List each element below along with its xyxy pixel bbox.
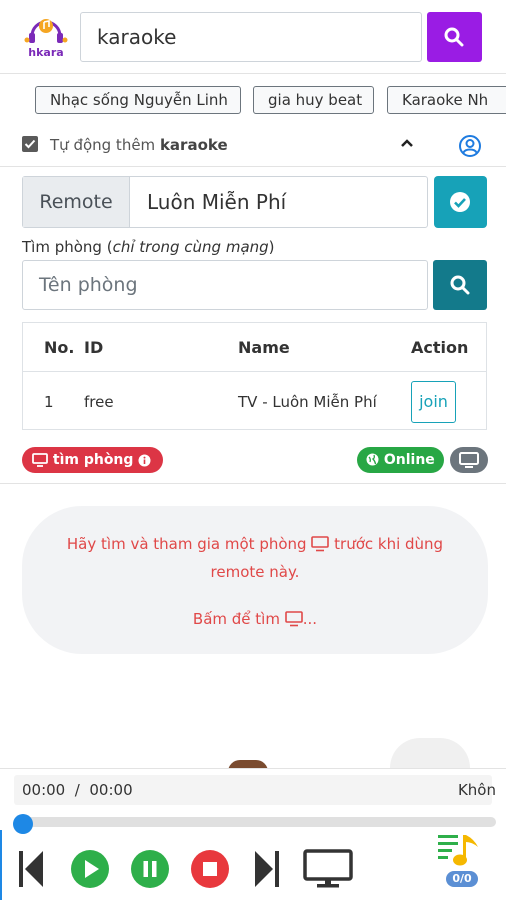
find-room-link-text: Bấm để tìm (192, 610, 280, 628)
message-line1-before: Hãy tìm và tham gia một phòng (66, 535, 307, 553)
duration: 00:00 (89, 781, 133, 799)
find-room-badge[interactable]: tìm phòng (22, 447, 163, 473)
message-line1-after: trước khi dùng (334, 535, 444, 553)
current-time: 00:00 (22, 781, 66, 799)
room-search-label: Tìm phòng (chỉ trong cùng mạng) (22, 238, 275, 256)
room-table: No. ID Name Action 1 free TV - Luôn Miễn… (22, 322, 487, 430)
search-button[interactable] (427, 12, 482, 62)
message-text: Hãy tìm và tham gia một phòng trước khi … (52, 530, 458, 586)
info-icon (138, 454, 151, 467)
time-separator: / (74, 781, 80, 799)
play-icon[interactable] (70, 849, 110, 889)
auto-add-row: Tự động thêm karaoke (22, 134, 484, 158)
remote-input[interactable]: Luôn Miễn Phí (147, 177, 286, 227)
row-divider (23, 371, 486, 372)
auto-add-label-prefix: Tự động thêm (50, 136, 156, 154)
column-header-no: No. (44, 338, 75, 357)
cell-name: TV - Luôn Miễn Phí (238, 393, 377, 411)
join-room-message: Hãy tìm và tham gia một phòng trước khi … (22, 506, 488, 654)
globe-icon (366, 453, 379, 466)
join-button[interactable]: join (411, 381, 456, 423)
cell-no: 1 (44, 393, 54, 411)
room-search-button[interactable] (433, 260, 487, 310)
playlist-button[interactable]: 0/0 (436, 831, 486, 887)
tv-icon (311, 536, 330, 552)
room-name-input[interactable]: Tên phòng (22, 260, 428, 310)
tv-badge[interactable] (450, 447, 488, 473)
player-status: Khôn (457, 781, 496, 799)
suggestion-chip[interactable]: Nhạc sống Nguyễn Linh (35, 86, 241, 114)
room-label-suffix: ) (268, 238, 275, 256)
divider (0, 483, 506, 484)
column-header-action: Action (411, 338, 469, 357)
room-label-prefix: Tìm phòng ( (22, 238, 113, 256)
suggestion-list: Nhạc sống Nguyễn Linh gia huy beat Karao… (0, 86, 506, 114)
find-room-label: tìm phòng (52, 452, 134, 468)
tv-icon (32, 453, 48, 467)
remote-confirm-button[interactable] (434, 176, 487, 228)
divider (0, 166, 506, 167)
headphones-icon (24, 19, 68, 43)
next-icon[interactable] (252, 849, 282, 889)
edge-indicator (0, 830, 2, 900)
media-player: 00:00 / 00:00 Khôn 0/0 (0, 768, 506, 900)
remote-label: Remote (23, 177, 130, 227)
hkara-logo[interactable]: hkara (22, 12, 70, 62)
auto-add-keyword: karaoke (159, 136, 228, 154)
remote-input-group: Remote Luôn Miễn Phí (22, 176, 428, 228)
find-room-link-suffix: ... (302, 610, 318, 628)
pause-icon[interactable] (130, 849, 170, 889)
online-status-badge: Online (357, 447, 444, 473)
tv-icon (284, 611, 303, 627)
search-icon (444, 27, 464, 47)
chevron-up-icon[interactable] (400, 138, 414, 148)
playlist-count-badge: 0/0 (446, 871, 478, 887)
seek-handle[interactable] (13, 814, 33, 834)
online-label: Online (383, 452, 435, 468)
cell-id: free (84, 393, 114, 411)
screen-icon[interactable] (303, 849, 353, 889)
room-label-italic: chỉ trong cùng mạng (112, 238, 269, 256)
find-room-link[interactable]: Bấm để tìm ... (22, 610, 488, 628)
suggestion-chip[interactable]: gia huy beat (253, 86, 374, 114)
tv-icon (459, 452, 479, 468)
message-line2: remote này. (210, 563, 300, 581)
app-header: hkara karaoke (0, 0, 506, 74)
search-input[interactable]: karaoke (80, 12, 422, 62)
user-icon[interactable] (458, 134, 482, 158)
column-header-name: Name (238, 338, 290, 357)
check-icon (24, 139, 36, 149)
playlist-music-icon (438, 835, 478, 866)
time-display: 00:00 / 00:00 Khôn (14, 775, 496, 805)
auto-add-checkbox[interactable] (22, 136, 38, 152)
time-text: 00:00 / 00:00 (22, 775, 133, 805)
search-icon (450, 275, 470, 295)
stop-icon[interactable] (190, 849, 230, 889)
auto-add-label: Tự động thêm karaoke (50, 136, 228, 154)
column-header-id: ID (84, 338, 104, 357)
logo-text: hkara (28, 46, 64, 59)
suggestion-chip[interactable]: Karaoke Nh (387, 86, 506, 114)
previous-icon[interactable] (16, 849, 46, 889)
check-circle-icon (450, 192, 470, 212)
seek-bar[interactable] (14, 817, 496, 827)
